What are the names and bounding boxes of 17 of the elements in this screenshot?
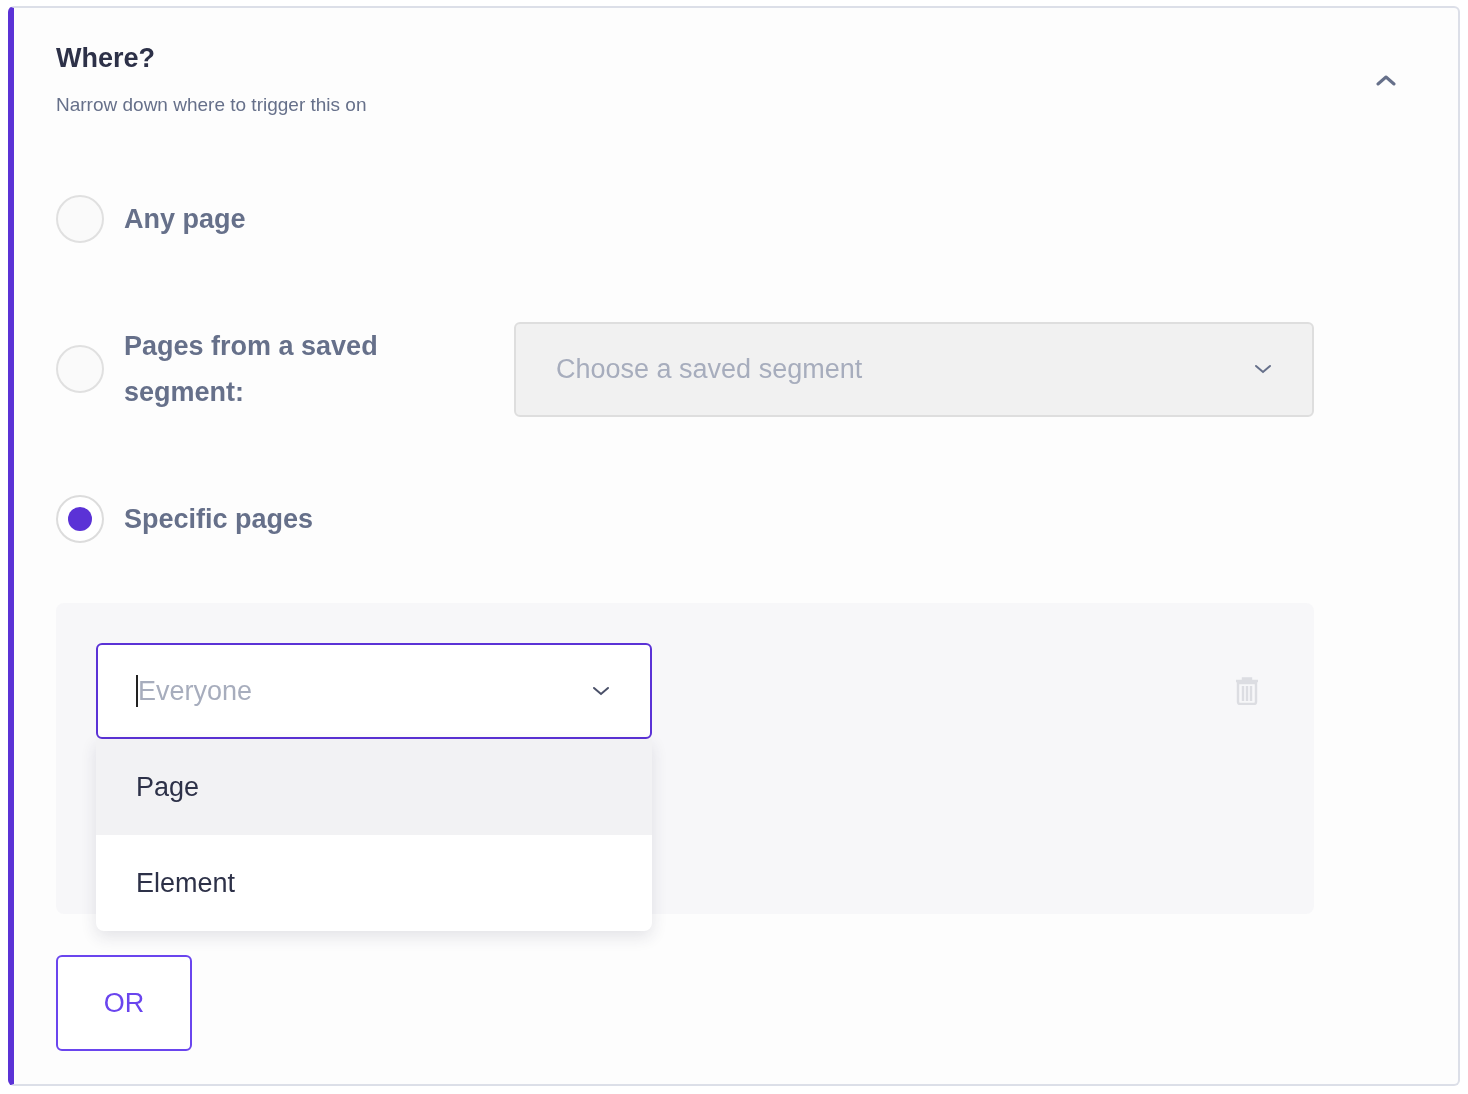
radio-button[interactable] — [56, 495, 104, 543]
menu-item[interactable]: Page — [96, 739, 652, 835]
select-placeholder: Choose a saved segment — [556, 353, 863, 385]
menu-item[interactable]: Element — [96, 835, 652, 931]
select-placeholder: Everyone — [138, 675, 254, 707]
radio-button[interactable] — [56, 345, 104, 393]
section-subtitle: Narrow down where to trigger this on — [56, 94, 367, 116]
option-label: Any page — [124, 203, 246, 236]
chevron-down-icon — [1254, 364, 1272, 374]
or-button[interactable]: OR — [56, 955, 192, 1051]
option-label: Pages from a saved segment: — [124, 330, 379, 409]
chevron-up-icon — [1376, 74, 1396, 86]
option-label: Specific pages — [124, 503, 314, 536]
section-title: Where? — [56, 42, 156, 74]
chevron-down-icon — [592, 686, 610, 696]
radio-button[interactable] — [56, 195, 104, 243]
trash-icon[interactable] — [1235, 677, 1259, 705]
